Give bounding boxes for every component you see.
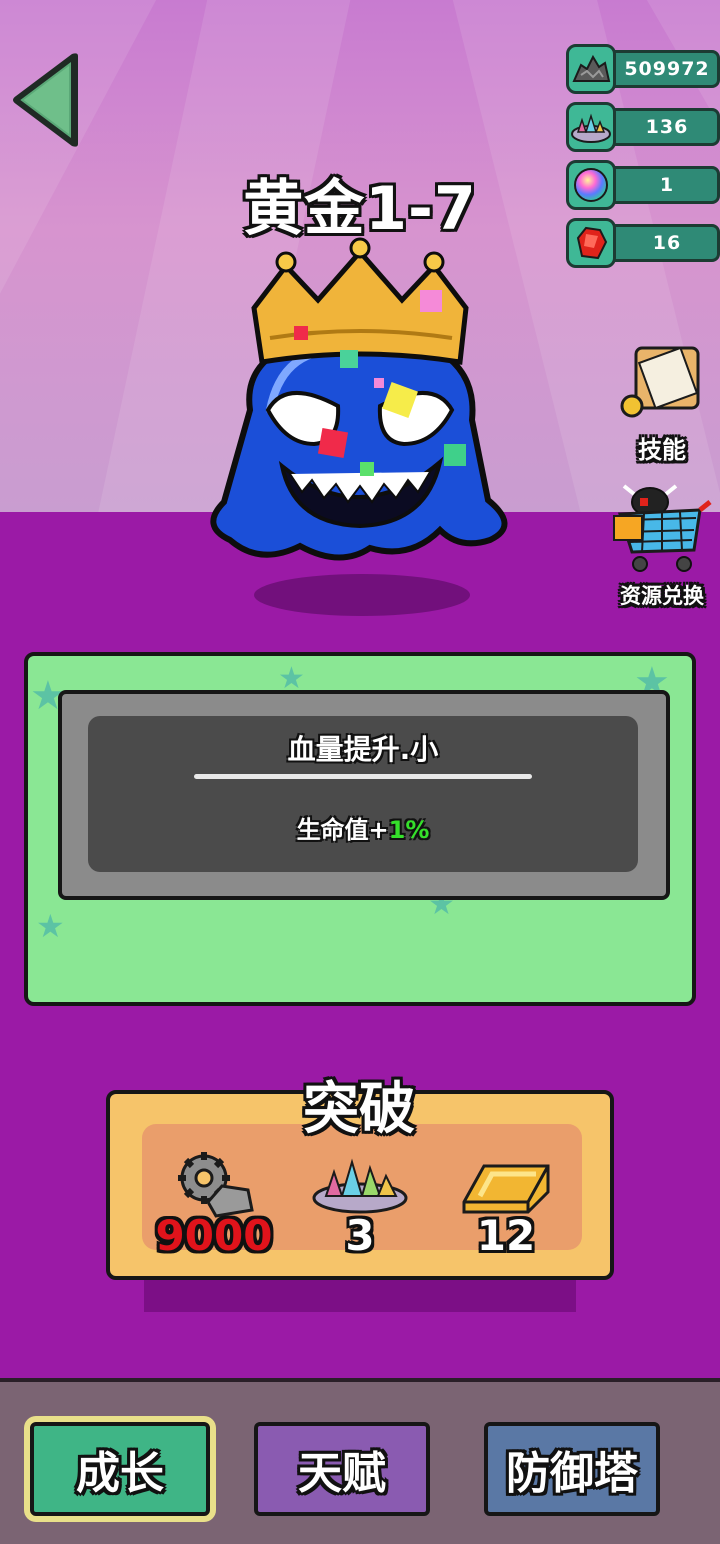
back-button[interactable] bbox=[6, 50, 86, 150]
skill-detail-frame: 血量提升.小 生命值+1% bbox=[58, 690, 670, 900]
skill-button[interactable]: 技能 bbox=[610, 340, 714, 465]
skill-description: 生命值+1% bbox=[88, 810, 638, 845]
cost-gold-value: 12 bbox=[476, 1211, 536, 1260]
breakthrough-title: 突破 bbox=[303, 1077, 415, 1142]
skill-info-card: ★ ★ ★ ★ ★ 血量提升.小 生命值+1% bbox=[24, 652, 696, 1006]
skill-name: 血量提升.小 bbox=[287, 733, 439, 766]
shopping-cart-icon bbox=[613, 484, 712, 572]
gear-ore-icon bbox=[178, 1152, 254, 1218]
cost-gems-value: 3 bbox=[345, 1211, 375, 1260]
cost-iron-value: 9000 bbox=[155, 1211, 273, 1260]
tab-growth[interactable]: 成长 bbox=[30, 1422, 210, 1516]
resource-exchange-button[interactable]: 资源兑换 bbox=[606, 484, 718, 610]
resource-gems: 136 bbox=[566, 102, 720, 152]
tab-talent[interactable]: 天赋 bbox=[254, 1422, 430, 1516]
slime-boss-sprite bbox=[190, 230, 530, 620]
resource-iron: 509972 bbox=[566, 44, 720, 94]
skill-desc-value: 1% bbox=[388, 816, 430, 844]
gold-bar-icon bbox=[462, 1164, 550, 1214]
skill-label: 技能 bbox=[638, 436, 686, 464]
red-ruby-icon bbox=[566, 218, 616, 268]
gem-crystals-pile-icon bbox=[566, 102, 616, 152]
skill-divider bbox=[194, 774, 532, 779]
cost-gems: 3 bbox=[300, 1150, 420, 1260]
resource-exchange-label: 资源兑换 bbox=[620, 584, 704, 608]
cost-iron: 9000 bbox=[154, 1150, 274, 1260]
scroll-icon bbox=[620, 346, 700, 418]
iron-ore-pile-icon bbox=[566, 44, 616, 94]
rainbow-orb-icon bbox=[566, 160, 616, 210]
tab-tower[interactable]: 防御塔 bbox=[484, 1422, 660, 1516]
back-arrow-icon bbox=[13, 53, 78, 147]
cost-gold: 12 bbox=[446, 1150, 566, 1260]
resource-ruby: 16 bbox=[566, 218, 720, 268]
decor-star-icon: ★ bbox=[36, 907, 65, 945]
resource-orb: 1 bbox=[566, 160, 720, 210]
skill-desc-prefix: 生命值+ bbox=[296, 816, 389, 844]
gem-crystals-pile-icon bbox=[312, 1158, 408, 1214]
skill-detail-panel: 血量提升.小 生命值+1% bbox=[88, 716, 638, 872]
